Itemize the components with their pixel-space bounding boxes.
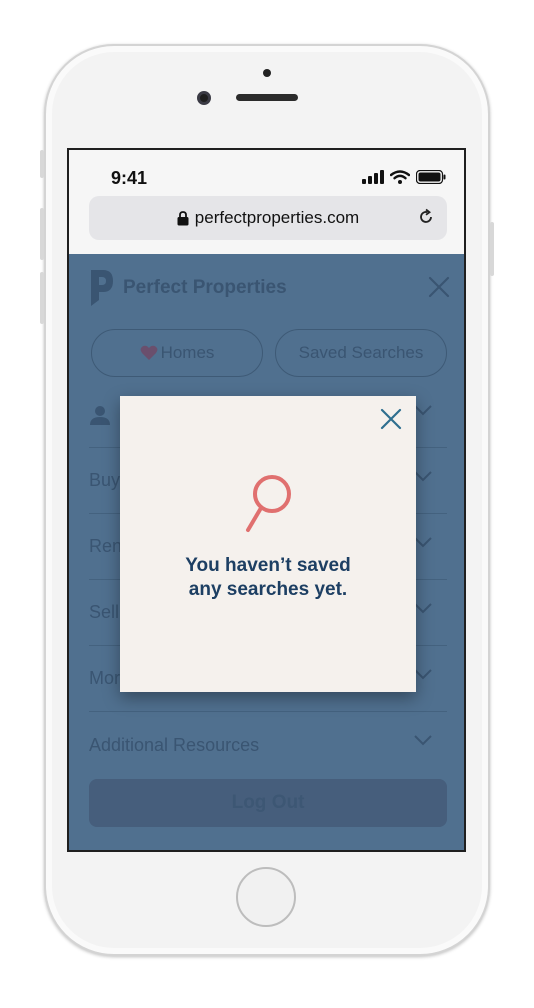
menu-item-label: Sell (89, 602, 120, 622)
status-bar: 9:41 (69, 150, 464, 196)
silent-switch (40, 150, 44, 178)
front-camera (197, 91, 211, 105)
chevron-down-icon (414, 603, 432, 614)
menu-item-additional-resources[interactable]: Additional Resources (89, 712, 447, 778)
url-text: perfectproperties.com (194, 208, 360, 227)
empty-state-line-1: You haven’t saved (185, 555, 351, 576)
brand-name: Perfect Properties (123, 277, 287, 298)
browser-bar: perfectproperties.com (69, 196, 464, 254)
battery-icon (416, 170, 446, 184)
address-bar[interactable]: perfectproperties.com (89, 196, 447, 240)
menu-item-label: Additional Resources (89, 734, 260, 755)
menu-item-label: Buy (89, 470, 121, 490)
volume-down-button (40, 272, 44, 324)
tab-homes-label: Homes (160, 343, 215, 362)
wifi-icon (390, 170, 410, 184)
logout-label: Log Out (231, 792, 305, 813)
user-icon (90, 405, 110, 425)
logout-button[interactable]: Log Out (89, 779, 447, 827)
empty-state-message: You haven’t saved any searches yet. (120, 554, 416, 602)
search-icon (246, 475, 291, 532)
status-icons (362, 170, 446, 184)
lock-icon (177, 210, 189, 225)
chevron-down-icon (414, 669, 432, 680)
status-time: 9:41 (111, 168, 148, 188)
chevron-down-icon (414, 735, 432, 746)
tab-homes[interactable]: Homes (91, 329, 263, 377)
close-icon[interactable] (428, 276, 450, 298)
tab-saved-searches[interactable]: Saved Searches (275, 329, 447, 377)
volume-up-button (40, 208, 44, 260)
home-button[interactable] (236, 867, 296, 927)
close-icon[interactable] (380, 408, 402, 430)
chevron-down-icon (414, 471, 432, 482)
heart-icon (140, 345, 157, 360)
earpiece-speaker (236, 94, 298, 101)
brand-logo: Perfect Properties (89, 268, 287, 308)
signal-icon (362, 170, 384, 184)
chevron-down-icon (414, 537, 432, 548)
logo-icon (91, 270, 113, 306)
power-button (490, 222, 494, 276)
reload-icon[interactable] (417, 208, 435, 226)
proximity-sensor (263, 69, 271, 77)
empty-state-line-2: any searches yet. (188, 579, 348, 600)
chevron-down-icon (414, 405, 432, 416)
empty-saved-searches-modal: You haven’t saved any searches yet. (120, 396, 416, 692)
tab-saved-searches-label: Saved Searches (298, 343, 424, 362)
